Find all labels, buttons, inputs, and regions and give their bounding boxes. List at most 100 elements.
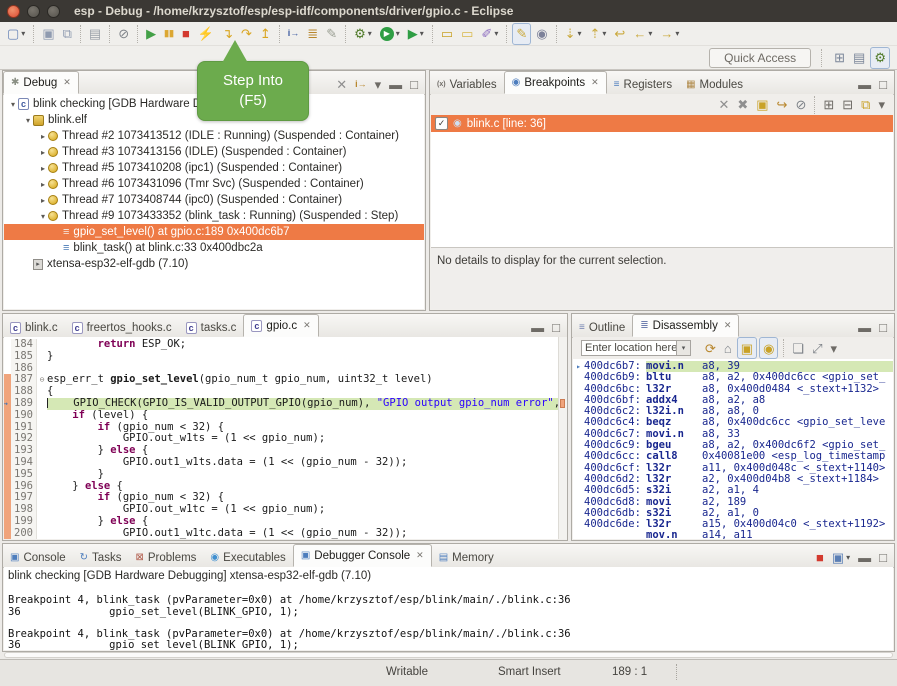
expand-arrow-icon[interactable]: ▾: [8, 100, 18, 109]
skip-all-breakpoints-toggle[interactable]: ⊘: [792, 95, 809, 115]
tab-gpio-c[interactable]: cgpio.c✕: [243, 314, 318, 337]
breakpoint-item[interactable]: ✓◉blink.c [line: 36]: [431, 115, 893, 132]
collapse-all-button[interactable]: ⊟: [839, 95, 856, 115]
expand-arrow-icon[interactable]: ▸: [38, 180, 48, 189]
next-annotation-button[interactable]: ⇣▾: [562, 24, 585, 44]
minimize-button[interactable]: ▬: [386, 74, 405, 94]
maximize-button[interactable]: □: [876, 74, 890, 94]
breakpoint-checkbox[interactable]: ✓: [435, 117, 448, 130]
dropdown-arrow-icon[interactable]: ▾: [648, 29, 652, 38]
tab-debugger-console[interactable]: ▣Debugger Console✕: [293, 544, 432, 567]
tab-variables[interactable]: (x)Variables: [430, 75, 504, 94]
expand-arrow-icon[interactable]: ▾: [23, 116, 33, 125]
suspend-button[interactable]: ▮▮: [161, 24, 177, 44]
expand-arrow-icon[interactable]: ▸: [38, 148, 48, 157]
debug-tree-item[interactable]: ▸Thread #6 1073431096 (Tmr Svc) (Suspend…: [4, 176, 424, 192]
maximize-window-button[interactable]: [47, 5, 60, 18]
change-marker[interactable]: [560, 399, 565, 408]
tab-memory[interactable]: ▤Memory: [432, 548, 501, 567]
home-button[interactable]: ⌂: [721, 338, 735, 358]
close-tab-icon[interactable]: ✕: [416, 550, 424, 561]
previous-annotation-button[interactable]: ⇡▾: [587, 24, 610, 44]
mark-occurrences-toggle[interactable]: ✎: [512, 23, 531, 45]
tab-tasks[interactable]: ↻Tasks: [73, 548, 129, 567]
dropdown-arrow-icon[interactable]: ▾: [21, 29, 25, 38]
view-menu-button[interactable]: ▾: [372, 74, 385, 94]
expand-arrow-icon[interactable]: ▾: [38, 212, 48, 221]
open-resource-button[interactable]: ▭: [458, 24, 476, 44]
dropdown-arrow-icon[interactable]: ▾: [577, 29, 581, 38]
sync-with-active-context-toggle[interactable]: ◉: [759, 337, 778, 359]
display-selected-console-button[interactable]: ▣▾: [829, 547, 853, 567]
save-all-button[interactable]: ⧉: [60, 24, 75, 44]
tab-outline[interactable]: ≡Outline: [572, 318, 632, 337]
terminate-button[interactable]: ■: [179, 24, 193, 44]
close-tab-icon[interactable]: ✕: [724, 320, 732, 331]
line-number[interactable]: 189: [11, 398, 37, 410]
maximize-button[interactable]: □: [876, 317, 890, 337]
quick-access-field[interactable]: Quick Access: [709, 48, 811, 68]
instruction-stepping-mode-button[interactable]: i→: [352, 74, 370, 94]
tab-executables[interactable]: ◉Executables: [203, 548, 292, 567]
line-number[interactable]: 194: [11, 457, 37, 469]
line-number[interactable]: 195: [11, 469, 37, 481]
debug-tree-item[interactable]: ▸Thread #5 1073410208 (ipc1) (Suspended …: [4, 160, 424, 176]
dropdown-arrow-icon[interactable]: ▾: [675, 29, 679, 38]
tab-registers[interactable]: ≡Registers: [607, 75, 679, 94]
step-return-button[interactable]: ↥: [257, 24, 274, 44]
maximize-button[interactable]: □: [876, 547, 890, 567]
code-editor[interactable]: 184 return ESP_OK;185}186187⊖esp_err_t g…: [4, 337, 566, 539]
run-button[interactable]: ▶▾: [377, 24, 403, 44]
disconnect-button[interactable]: ⚡: [195, 24, 217, 44]
expand-arrow-icon[interactable]: ▸: [38, 196, 48, 205]
dropdown-arrow-icon[interactable]: ▾: [396, 29, 400, 38]
minimize-button[interactable]: ▬: [855, 547, 874, 567]
line-number[interactable]: 200: [11, 528, 37, 539]
line-number[interactable]: 190: [11, 410, 37, 422]
tab-blink-c[interactable]: cblink.c: [3, 318, 65, 337]
overview-ruler[interactable]: [558, 337, 567, 539]
fold-marker-icon[interactable]: ⊖: [37, 374, 47, 386]
terminate-console-button[interactable]: ■: [813, 547, 827, 567]
debug-tree-item[interactable]: ≡blink_task() at blink.c:33 0x400dbc2a: [4, 240, 424, 256]
show-breakpoints-supported-button[interactable]: ▣: [753, 95, 771, 115]
disassembly-listing[interactable]: ▸400dc6b7:movi.na8, 39400dc6b9:bltua8, a…: [573, 359, 893, 539]
debug-tree-item[interactable]: ▸Thread #7 1073408744 (ipc0) (Suspended …: [4, 192, 424, 208]
forward-button[interactable]: →▾: [657, 24, 682, 44]
debug-tree-item[interactable]: ▸Thread #3 1073413156 (IDLE) (Suspended …: [4, 144, 424, 160]
location-dropdown-icon[interactable]: ▾: [677, 340, 691, 356]
skip-all-breakpoints-button[interactable]: ⊘: [115, 24, 132, 44]
dropdown-arrow-icon[interactable]: ▾: [494, 29, 498, 38]
minimize-button[interactable]: ▬: [855, 317, 874, 337]
expand-arrow-icon[interactable]: ▸: [38, 164, 48, 173]
pin-view-button[interactable]: ⤢: [809, 338, 825, 358]
resume-button[interactable]: ▶: [143, 24, 159, 44]
last-edit-location-button[interactable]: ↩: [611, 24, 628, 44]
show-source-toggle[interactable]: ▣: [737, 337, 757, 359]
remove-all-terminated-button[interactable]: ✕: [333, 74, 350, 94]
open-element-button[interactable]: ▭: [438, 24, 456, 44]
view-menu-button[interactable]: ▾: [827, 338, 840, 358]
tab-breakpoints[interactable]: ◉Breakpoints✕: [504, 71, 607, 94]
print-button[interactable]: ▤: [86, 24, 104, 44]
minimize-button[interactable]: ▬: [528, 317, 547, 337]
close-tab-icon[interactable]: ✕: [591, 77, 599, 88]
horizontal-scrollbar[interactable]: [4, 652, 893, 658]
debug-tree-item[interactable]: ▾Thread #9 1073433352 (blink_task : Runn…: [4, 208, 424, 224]
trace-control-button[interactable]: ✎: [323, 24, 340, 44]
link-with-debug-view-button[interactable]: ⧉: [858, 95, 873, 115]
debug-perspective-button[interactable]: ⚙: [870, 47, 890, 69]
remove-breakpoint-button[interactable]: ✕: [715, 95, 732, 115]
tab-disassembly[interactable]: ≣Disassembly✕: [632, 314, 739, 337]
go-to-file-button[interactable]: ↪: [774, 95, 791, 115]
search-button[interactable]: ✐▾: [478, 24, 501, 44]
line-number[interactable]: 199: [11, 516, 37, 528]
minimize-window-button[interactable]: [27, 5, 40, 18]
cpp-perspective-button[interactable]: ▤: [850, 48, 868, 68]
tab-debug[interactable]: ✱ Debug ✕: [3, 71, 79, 94]
save-button[interactable]: ▣: [39, 24, 57, 44]
dropdown-arrow-icon[interactable]: ▾: [602, 29, 606, 38]
expand-all-button[interactable]: ⊞: [820, 95, 837, 115]
maximize-button[interactable]: □: [549, 317, 563, 337]
tab-tasks-c[interactable]: ctasks.c: [179, 318, 244, 337]
